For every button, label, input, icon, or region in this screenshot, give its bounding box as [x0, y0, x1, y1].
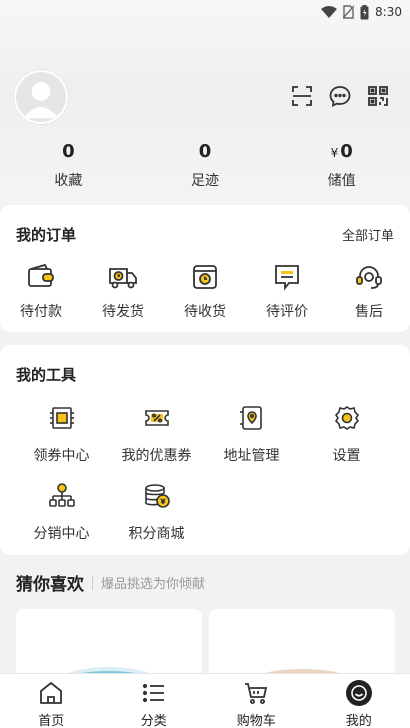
order-pending-review[interactable]: 待评价 [246, 261, 328, 321]
tool-label: 设置 [332, 448, 361, 464]
tools-card: 我的工具 领券中心 我的优惠券 地址管理 设置 分销中心 积分商城 [0, 345, 410, 555]
tab-label: 分类 [140, 714, 167, 728]
status-bar: 8:30 [0, 0, 410, 24]
stat-label: 储值 [327, 173, 356, 189]
tool-label: 积分商城 [128, 526, 185, 542]
list-icon [142, 683, 164, 703]
coupon-percent-icon [144, 410, 169, 426]
review-icon [275, 265, 299, 291]
package-clock-icon [193, 265, 217, 289]
stat-label: 收藏 [54, 173, 83, 189]
tab-label: 购物车 [236, 714, 276, 728]
network-icon [48, 483, 75, 507]
orders-title: 我的订单 [16, 226, 77, 244]
gear-icon [334, 406, 359, 430]
scan-icon[interactable] [290, 84, 314, 108]
ticket-icon [49, 407, 74, 429]
tab-home[interactable]: 首页 [0, 674, 103, 728]
header-actions [290, 84, 390, 108]
order-label: 待收货 [184, 304, 226, 320]
bottom-tab-bar: 首页 分类 购物车 我的 [0, 673, 410, 728]
order-label: 待发货 [102, 304, 144, 320]
battery-icon [360, 4, 369, 19]
guess-you-like-header: 猜你喜欢 爆品挑选为你倾献 [16, 570, 205, 595]
status-time: 8:30 [375, 5, 402, 19]
stat-value: 0 [198, 141, 212, 162]
order-status-row: 待付款 待发货 待收货 待评价 售后 [0, 261, 410, 321]
order-after-sales[interactable]: 售后 [328, 261, 410, 321]
tab-label: 首页 [38, 714, 65, 728]
tools-grid: 领券中心 我的优惠券 地址管理 设置 分销中心 积分商城 [14, 403, 396, 559]
tool-label: 地址管理 [223, 448, 280, 464]
home-icon [40, 682, 63, 704]
tool-address[interactable]: 地址管理 [204, 403, 299, 481]
orders-card: 我的订单 全部订单 待付款 待发货 待收货 待评价 售后 [0, 205, 410, 332]
stat-balance[interactable]: ¥0 储值 [273, 140, 410, 190]
order-pending-shipment[interactable]: 待发货 [82, 261, 164, 321]
order-pending-receipt[interactable]: 待收货 [164, 261, 246, 321]
guess-subtitle: 爆品挑选为你倾献 [101, 577, 206, 592]
order-label: 售后 [355, 304, 383, 320]
tool-settings[interactable]: 设置 [299, 403, 394, 481]
message-icon[interactable] [328, 84, 352, 108]
all-orders-link[interactable]: 全部订单 [342, 225, 394, 244]
stat-value-wrap: ¥0 [273, 140, 410, 164]
profile-icon [345, 680, 372, 706]
stat-favorites[interactable]: 0 收藏 [0, 140, 137, 190]
tool-label: 分销中心 [33, 526, 90, 542]
tools-title: 我的工具 [16, 366, 77, 384]
no-sim-icon [343, 5, 355, 19]
stat-label: 足迹 [191, 173, 219, 189]
avatar[interactable] [14, 70, 68, 124]
stat-footprints[interactable]: 0 足迹 [137, 140, 274, 190]
tab-mine[interactable]: 我的 [308, 674, 410, 728]
order-label: 待评价 [266, 304, 308, 320]
tool-my-coupons[interactable]: 我的优惠券 [109, 403, 204, 481]
cart-icon [245, 683, 268, 704]
currency-symbol: ¥ [330, 146, 339, 160]
guess-title: 猜你喜欢 [16, 575, 84, 595]
tool-points-mall[interactable]: 积分商城 [109, 481, 204, 559]
stats-row: 0 收藏 0 足迹 ¥0 储值 [0, 140, 410, 190]
default-avatar-icon [16, 72, 66, 122]
coins-icon [144, 484, 170, 508]
tool-label: 领券中心 [33, 448, 90, 464]
qrcode-icon[interactable] [366, 84, 390, 108]
tab-cart[interactable]: 购物车 [205, 674, 308, 728]
stat-value: 0 [62, 141, 75, 162]
tool-coupon-center[interactable]: 领券中心 [14, 403, 109, 481]
divider [92, 575, 93, 590]
tool-label: 我的优惠券 [121, 448, 192, 464]
wallet-icon [28, 263, 54, 287]
truck-icon [109, 268, 137, 289]
tab-label: 我的 [345, 714, 372, 728]
order-pending-payment[interactable]: 待付款 [0, 261, 82, 321]
headset-icon [356, 266, 382, 289]
wifi-icon [321, 5, 338, 18]
order-label: 待付款 [20, 304, 62, 320]
stat-value: 0 [340, 141, 353, 162]
tool-distribution[interactable]: 分销中心 [14, 481, 109, 559]
location-icon [239, 406, 262, 430]
tab-category[interactable]: 分类 [103, 674, 206, 728]
